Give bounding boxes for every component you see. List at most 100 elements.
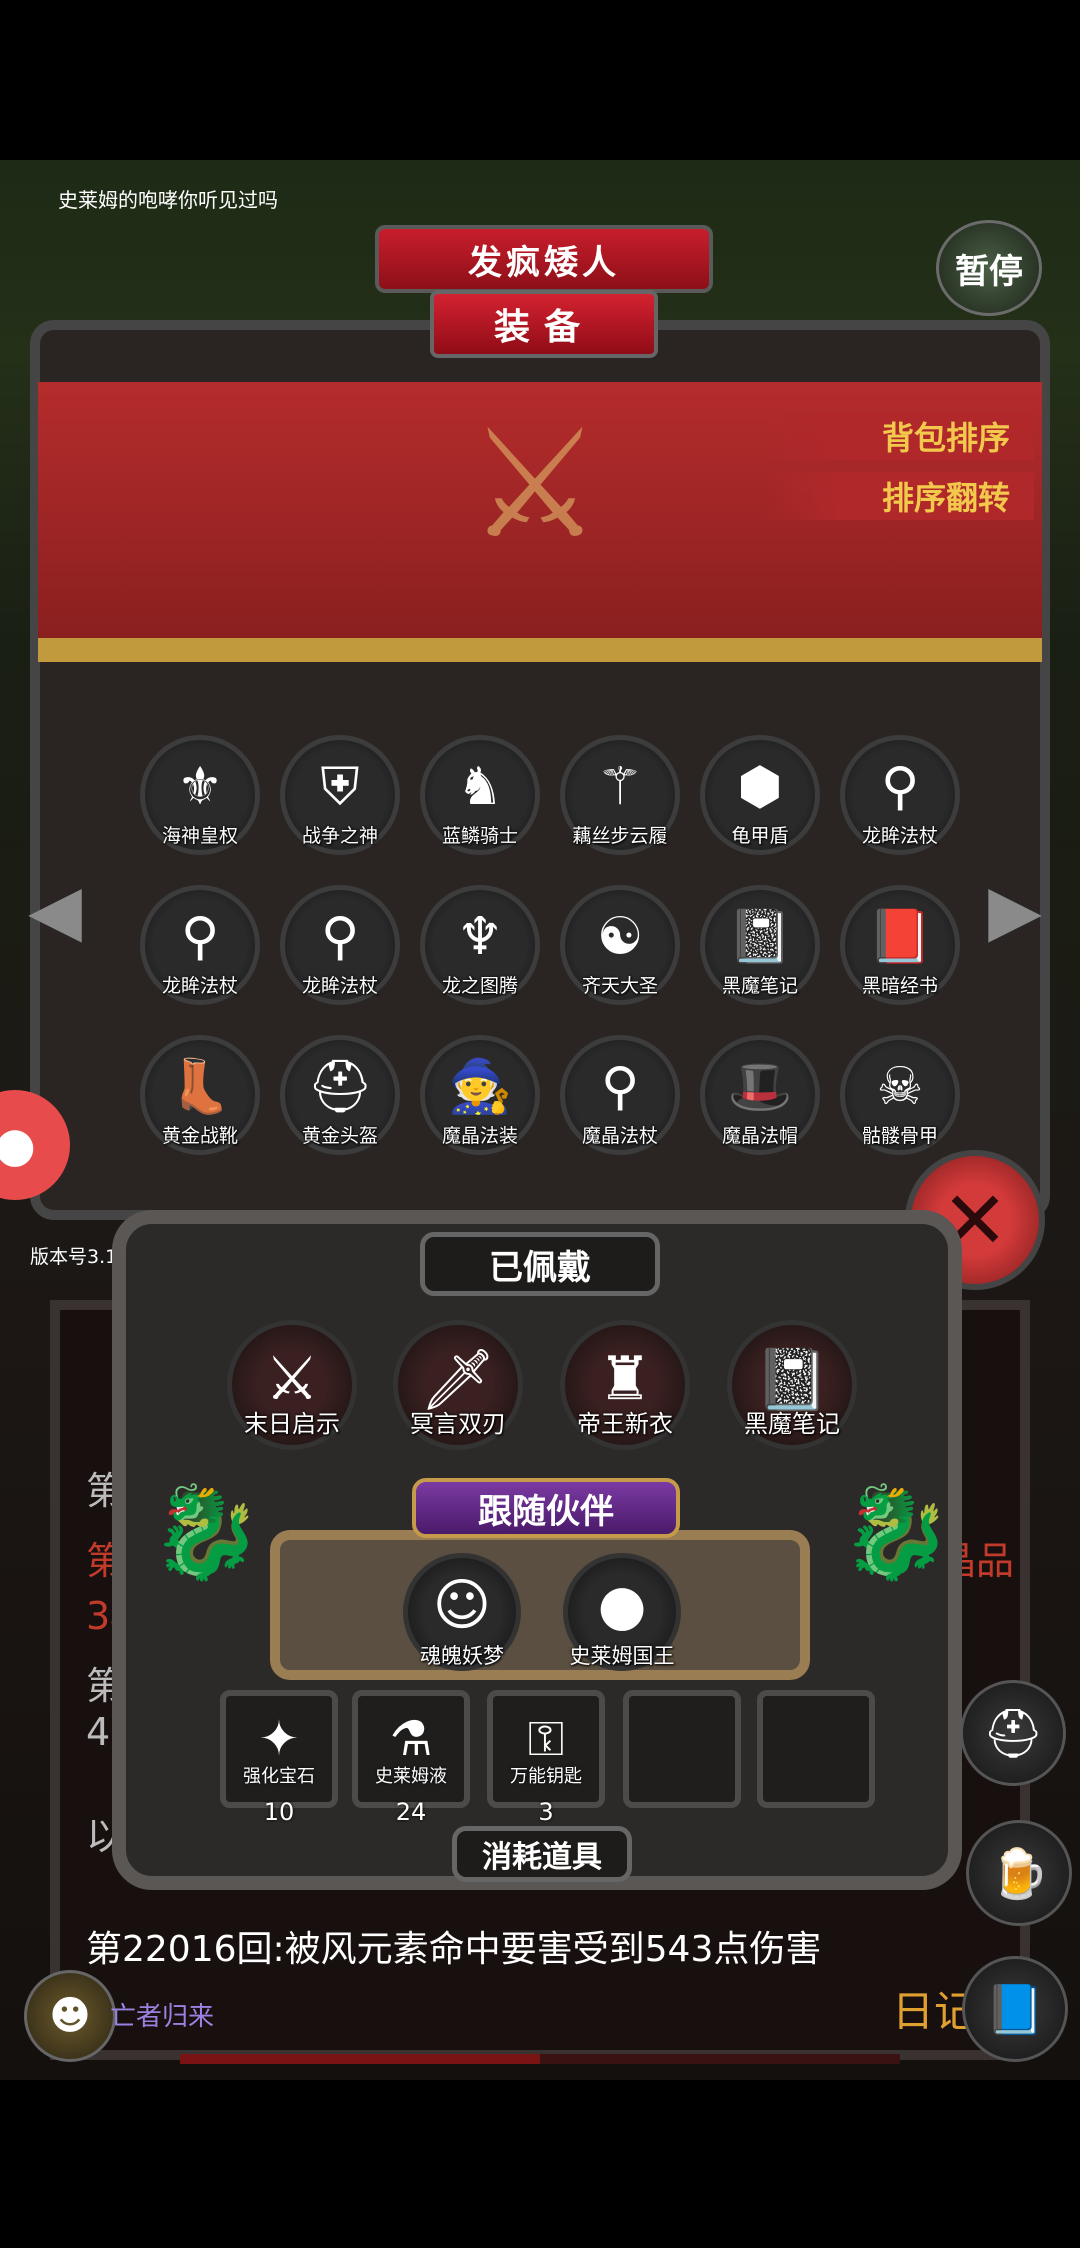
inventory-slot[interactable]: 🧙 魔晶法装 [420,1035,540,1155]
item-label: 藕丝步云履 [572,825,668,847]
companion-slot[interactable]: ☺ 魂魄妖梦 [403,1553,521,1671]
item-icon: ☠ [876,1057,924,1117]
item-label: 齐天大圣 [581,975,658,997]
dragon-statue-icon: 🐉 [840,1480,953,1585]
log-player-name: 亡者归来 [110,2002,215,2032]
inventory-slot[interactable]: ♞ 蓝鳞骑士 [420,735,540,855]
item-icon: ⚚ [596,757,644,817]
next-page-arrow-icon[interactable]: ▶ [970,810,1060,1010]
item-icon: ⚜ [176,757,224,817]
inventory-slot[interactable]: 🎩 魔晶法帽 [700,1035,820,1155]
equipped-slot[interactable]: ⚔ 末日启示 [227,1320,357,1450]
companion-label: 史莱姆国王 [569,1644,675,1668]
consumable-slot[interactable]: ✦ 强化宝石 10 [220,1690,338,1826]
empty-consumable-slot[interactable] [623,1690,741,1808]
prev-page-arrow-icon[interactable]: ◀ [10,810,100,1010]
consumable-count: 3 [538,1798,554,1826]
item-label: 龙眸法杖 [861,825,938,847]
dragon-statue-icon: 🐉 [150,1480,263,1585]
equipped-slot[interactable]: ♜ 帝王新衣 [560,1320,690,1450]
pause-button[interactable]: 暂停 [936,220,1042,316]
item-label: 黑魔笔记 [721,975,798,997]
consumable-count: 24 [395,1798,427,1826]
item-label: 战争之神 [301,825,378,847]
empty-consumable-slot[interactable] [757,1690,875,1808]
tavern-mug-icon[interactable]: 🍺 [966,1820,1072,1926]
game-subtitle: 史莱姆的咆哮你听见过吗 [58,188,278,212]
item-label: 魔晶法帽 [721,1125,798,1147]
item-label: 龙之图腾 [441,975,518,997]
item-label: 龙眸法杖 [161,975,238,997]
equipped-slot[interactable]: 🗡 冥言双刃 [393,1320,523,1450]
equipped-item-label: 帝王新衣 [577,1410,673,1438]
inventory-slot[interactable]: ⚚ 藕丝步云履 [560,735,680,855]
player-avatar-icon[interactable]: ☻ [24,1970,116,2062]
item-icon: ⛨ [320,757,360,817]
consumable-label: 史莱姆液 [375,1766,447,1787]
item-icon: ⚲ [180,907,220,967]
inventory-slot[interactable]: ⚜ 海神皇权 [140,735,260,855]
inventory-slot[interactable]: ⛑ 黄金头盔 [280,1035,400,1155]
item-icon: ⬢ [737,757,783,817]
inventory-slot[interactable]: ⬢ 龟甲盾 [700,735,820,855]
crossed-swords-emblem-icon: ⚔ [467,398,603,572]
flip-sort-button[interactable]: 排序翻转 [760,472,1034,520]
item-label: 骷髅骨甲 [861,1125,938,1147]
equipped-item-label: 冥言双刃 [410,1410,506,1438]
item-icon: ⚲ [880,757,920,817]
item-icon: 👢 [167,1057,233,1117]
inventory-slot[interactable]: ☯ 齐天大圣 [560,885,680,1005]
consumable-label: 万能钥匙 [510,1766,582,1787]
item-icon: 🧙 [447,1057,513,1117]
progress-bar [180,2054,900,2064]
inventory-slot[interactable]: ⛨ 战争之神 [280,735,400,855]
consumable-icon: ⚗ [389,1711,433,1767]
item-icon: ☯ [596,907,644,967]
inventory-slot[interactable]: 📕 黑暗经书 [840,885,960,1005]
item-label: 龙眸法杖 [301,975,378,997]
item-icon: 📓 [727,907,793,967]
diary-book-icon[interactable]: 📘 [962,1956,1068,2062]
item-icon: ♆ [456,907,504,967]
inventory-slot[interactable]: ☠ 骷髅骨甲 [840,1035,960,1155]
helmet-icon[interactable]: ⛑ [960,1680,1066,1786]
item-icon: ⚲ [320,907,360,967]
equip-header: 装备 [430,290,658,358]
item-label: 黑暗经书 [861,975,938,997]
item-icon: ⚲ [600,1057,640,1117]
consumable-icon: ⚿ [527,1710,565,1767]
item-label: 魔晶法装 [441,1125,518,1147]
companion-title: 跟随伙伴 [412,1478,680,1538]
inventory-slot[interactable]: ♆ 龙之图腾 [420,885,540,1005]
inventory-slot[interactable]: ⚲ 龙眸法杖 [840,735,960,855]
inventory-slot[interactable]: ⚲ 龙眸法杖 [280,885,400,1005]
inventory-slot[interactable]: ⚲ 龙眸法杖 [140,885,260,1005]
consumable-count: 10 [263,1798,295,1826]
item-label: 黄金战靴 [161,1125,238,1147]
battle-log-line: 第22016回:被风元素命中要害受到543点伤害 [86,1929,822,1970]
consumable-label: 强化宝石 [243,1766,315,1787]
companion-icon: ☺ [432,1572,492,1638]
inventory-slot[interactable]: 👢 黄金战靴 [140,1035,260,1155]
item-icon: ♞ [456,757,504,817]
item-label: 蓝鳞骑士 [441,825,518,847]
consumable-icon: ✦ [258,1711,300,1767]
equipped-slot[interactable]: 📓 黑魔笔记 [727,1320,857,1450]
item-label: 海神皇权 [161,825,238,847]
item-icon: ⛑ [306,1057,373,1117]
item-icon: 📕 [867,907,933,967]
companion-slot[interactable]: ● 史莱姆国王 [563,1553,681,1671]
item-label: 黄金头盔 [301,1125,378,1147]
sort-backpack-button[interactable]: 背包排序 [760,412,1034,460]
companion-icon: ● [597,1572,647,1638]
inventory-slot[interactable]: 📓 黑魔笔记 [700,885,820,1005]
equipped-title: 已佩戴 [420,1232,660,1296]
consumable-slot[interactable]: ⚿ 万能钥匙 3 [487,1690,605,1826]
consumable-slot[interactable]: ⚗ 史莱姆液 24 [352,1690,470,1826]
item-label: 龟甲盾 [731,825,789,847]
consumables-title: 消耗道具 [452,1826,632,1882]
character-title: 发疯矮人 [375,225,713,293]
inventory-slot[interactable]: ⚲ 魔晶法杖 [560,1035,680,1155]
equipped-item-label: 末日启示 [244,1410,340,1438]
companion-label: 魂魄妖梦 [420,1644,504,1668]
